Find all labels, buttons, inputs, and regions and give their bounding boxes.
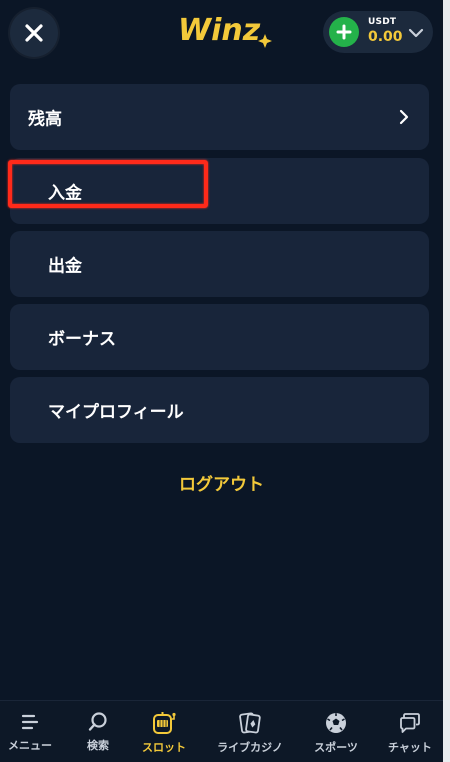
nav-label: スポーツ <box>314 741 358 754</box>
nav-item-search[interactable]: 検索 <box>68 701 128 762</box>
menu-item-label: ボーナス <box>48 329 116 350</box>
menu-item-my-profile[interactable]: マイプロフィール <box>10 377 429 443</box>
menu-item-bonus[interactable]: ボーナス <box>10 304 429 370</box>
screen-edge <box>443 0 450 762</box>
search-icon <box>88 712 107 731</box>
menu-item-label: マイプロフィール <box>48 402 184 423</box>
wallet-balance-button[interactable]: USDT 0.00 <box>323 11 433 53</box>
close-button[interactable] <box>10 9 58 57</box>
chat-icon <box>400 713 420 733</box>
logo-text: Winz <box>178 13 261 48</box>
logout-button[interactable]: ログアウト <box>0 470 443 495</box>
nav-item-menu[interactable]: メニュー <box>0 701 60 762</box>
nav-label: 検索 <box>87 739 109 752</box>
bottom-nav: メニュー 検索 スロット ライブカジノ スポーツ チャット <box>0 700 443 762</box>
menu-icon <box>21 714 39 730</box>
nav-label: スロット <box>142 741 186 754</box>
slot-machine-icon <box>153 712 176 734</box>
annotation-highlight-box <box>8 160 208 208</box>
menu-screen: Winz USDT 0.00 残高 入金 出金 ボーナス マイプロフィール ログ… <box>0 0 443 762</box>
close-icon <box>25 24 43 42</box>
chevron-right-icon <box>399 109 409 125</box>
cards-icon <box>239 712 261 734</box>
nav-item-chat[interactable]: チャット <box>380 701 440 762</box>
nav-label: メニュー <box>8 739 52 752</box>
wallet-currency: USDT <box>368 17 397 27</box>
menu-item-withdraw[interactable]: 出金 <box>10 231 429 297</box>
nav-label: チャット <box>388 741 432 754</box>
deposit-plus-button[interactable] <box>329 17 359 47</box>
menu-item-label: 残高 <box>28 109 62 130</box>
nav-item-sports[interactable]: スポーツ <box>306 701 366 762</box>
nav-label: ライブカジノ <box>217 741 283 754</box>
chevron-down-icon <box>408 28 424 38</box>
nav-item-live-casino[interactable]: ライブカジノ <box>208 701 292 762</box>
menu-item-label: 出金 <box>48 256 82 277</box>
menu-item-balance[interactable]: 残高 <box>10 84 429 150</box>
soccer-ball-icon <box>326 713 346 733</box>
nav-item-slots[interactable]: スロット <box>134 701 194 762</box>
winz-logo[interactable]: Winz <box>176 6 276 50</box>
wallet-balance: 0.00 <box>368 29 403 45</box>
plus-icon <box>336 24 352 40</box>
